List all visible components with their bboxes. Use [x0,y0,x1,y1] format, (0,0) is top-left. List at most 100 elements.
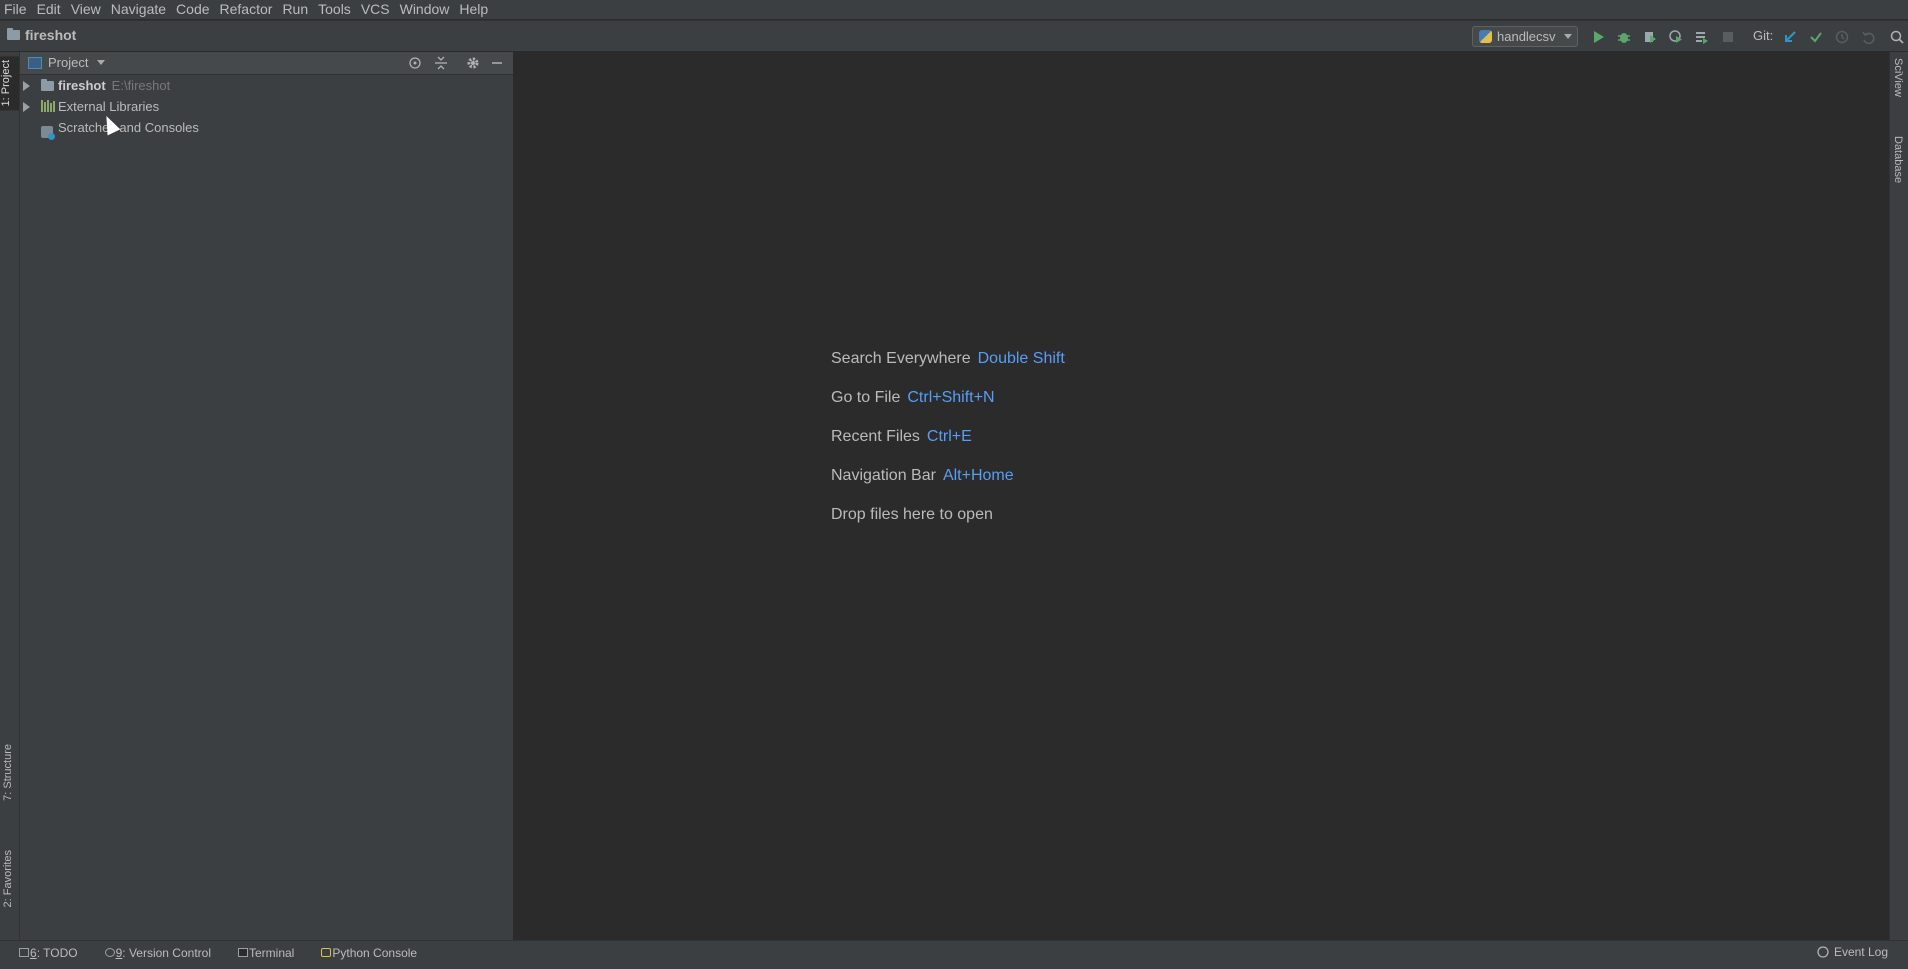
navigation-bar: fireshot handlecsv Git: [0,20,1908,52]
tab-todo-text: : TODO [36,945,78,960]
profile-icon[interactable] [1669,30,1683,44]
project-panel-title: Project [48,55,89,70]
gear-icon[interactable] [466,56,480,70]
menu-run[interactable]: Run [278,0,314,19]
menu-window[interactable]: Window [396,0,456,19]
event-log-label: Event Log [1833,945,1888,959]
todo-icon [19,948,29,957]
locate-icon[interactable] [408,56,422,70]
tab-todo[interactable]: 6: TODO [10,946,86,960]
tab-todo-mnemonic: 6 [30,945,37,960]
hint-text: Search Everywhere [831,350,971,367]
tab-vcs-label: 9: Version Control [116,946,211,960]
menu-file[interactable]: File [0,0,33,19]
menu-view[interactable]: View [67,0,107,19]
hint-shortcut: Double Shift [977,350,1065,367]
menu-navigate[interactable]: Navigate [107,0,172,19]
tab-python-console-label: Python Console [332,945,418,960]
tab-database-label: Database [1892,136,1904,184]
tab-project-label: 1: Project [0,60,12,107]
editor-empty-area[interactable]: Search Everywhere Double Shift Go to File… [514,52,1889,940]
tree-item-scratches-label: Scratches and Consoles [58,120,199,135]
project-icon [28,56,42,69]
git-commit-icon[interactable] [1809,30,1823,44]
left-tool-strip: 1: Project 7: Structure 2: Favorites [0,52,20,940]
hint-go-to-file: Go to File Ctrl+Shift+N [831,389,995,407]
tree-item-fireshot[interactable]: fireshot E:\fireshot [20,75,513,96]
menu-help[interactable]: Help [455,0,494,19]
python-icon [1479,30,1492,43]
collapse-all-icon[interactable] [434,56,448,70]
tab-sciview-label: SciView [1892,58,1904,97]
project-panel-header: Project [20,52,513,75]
chevron-right-icon[interactable] [23,101,30,112]
terminal-icon [238,948,248,957]
hide-panel-icon[interactable] [490,56,504,70]
folder-icon [41,79,54,91]
menu-bar: File Edit View Navigate Code Refactor Ru… [0,0,1908,19]
tab-project[interactable]: 1: Project [0,56,19,111]
breadcrumb-project[interactable]: fireshot [25,27,76,43]
menu-vcs[interactable]: VCS [357,0,396,19]
run-configuration-select[interactable]: handlecsv [1472,26,1578,47]
python-console-icon [321,948,332,957]
chevron-down-icon [1563,34,1572,39]
tree-item-scratches[interactable]: Scratches and Consoles [20,117,513,140]
hint-shortcut: Ctrl+Shift+N [907,389,995,406]
tab-structure-label: 7: Structure [2,744,14,801]
tab-sciview[interactable]: SciView [1892,58,1904,97]
event-log-button[interactable]: Event Log [1817,945,1888,959]
tab-favorites-label: 2: Favorites [2,850,14,908]
hint-search-everywhere: Search Everywhere Double Shift [831,350,1065,368]
breadcrumb[interactable]: fireshot [7,27,76,43]
menu-code[interactable]: Code [172,0,215,19]
project-tree: fireshot E:\fireshot External Libraries S… [20,75,513,140]
run-icon[interactable] [1591,30,1605,44]
event-log-icon [1817,946,1829,958]
hint-recent-files: Recent Files Ctrl+E [831,428,972,446]
project-panel: Project fireshot E:\fireshot External Lib… [20,52,514,940]
tree-item-fireshot-path: E:\fireshot [111,78,171,93]
tab-version-control[interactable]: 9: Version Control [96,946,219,960]
tab-todo-label: 6: TODO [30,946,78,960]
stop-icon[interactable] [1721,30,1735,44]
chevron-down-icon [97,60,106,65]
vcs-icon [104,948,115,957]
tab-favorites[interactable]: 2: Favorites [2,850,14,907]
hint-shortcut: Alt+Home [942,467,1014,484]
tree-item-external-libraries-label: External Libraries [58,99,160,114]
hint-text: Navigation Bar [831,467,936,484]
tree-item-fireshot-label: fireshot [58,78,106,93]
status-line [0,964,1908,969]
scratches-icon [41,125,55,140]
project-view-select[interactable]: Project [28,55,106,70]
debug-icon[interactable] [1617,30,1631,44]
menu-refactor[interactable]: Refactor [216,0,279,19]
tab-python-console[interactable]: Python Console [312,946,425,960]
search-icon[interactable] [1890,30,1904,44]
history-icon[interactable] [1835,30,1849,44]
chevron-right-icon[interactable] [23,80,30,91]
tab-terminal[interactable]: Terminal [229,946,302,960]
tab-terminal-label: Terminal [249,945,295,960]
hint-drop-files: Drop files here to open [831,506,993,524]
tab-structure[interactable]: 7: Structure [2,744,14,801]
hint-text: Go to File [831,389,901,406]
tree-item-external-libraries[interactable]: External Libraries [20,96,513,117]
hint-text: Drop files here to open [831,506,993,523]
hint-shortcut: Ctrl+E [926,428,972,445]
rollback-icon[interactable] [1861,30,1875,44]
coverage-icon[interactable] [1643,30,1657,44]
bottom-tool-bar: 6: TODO 9: Version Control Terminal Pyth… [0,940,1908,964]
tab-database[interactable]: Database [1892,136,1904,183]
git-update-icon[interactable] [1783,30,1797,44]
menu-edit[interactable]: Edit [33,0,67,19]
run-concurrency-icon[interactable] [1695,30,1709,44]
folder-icon [7,28,20,40]
right-tool-strip: SciView Database [1889,52,1908,940]
menu-tools[interactable]: Tools [314,0,357,19]
library-icon [41,100,55,112]
run-configuration-label: handlecsv [1497,29,1556,44]
hint-text: Recent Files [831,428,920,445]
hint-navigation-bar: Navigation Bar Alt+Home [831,467,1014,485]
